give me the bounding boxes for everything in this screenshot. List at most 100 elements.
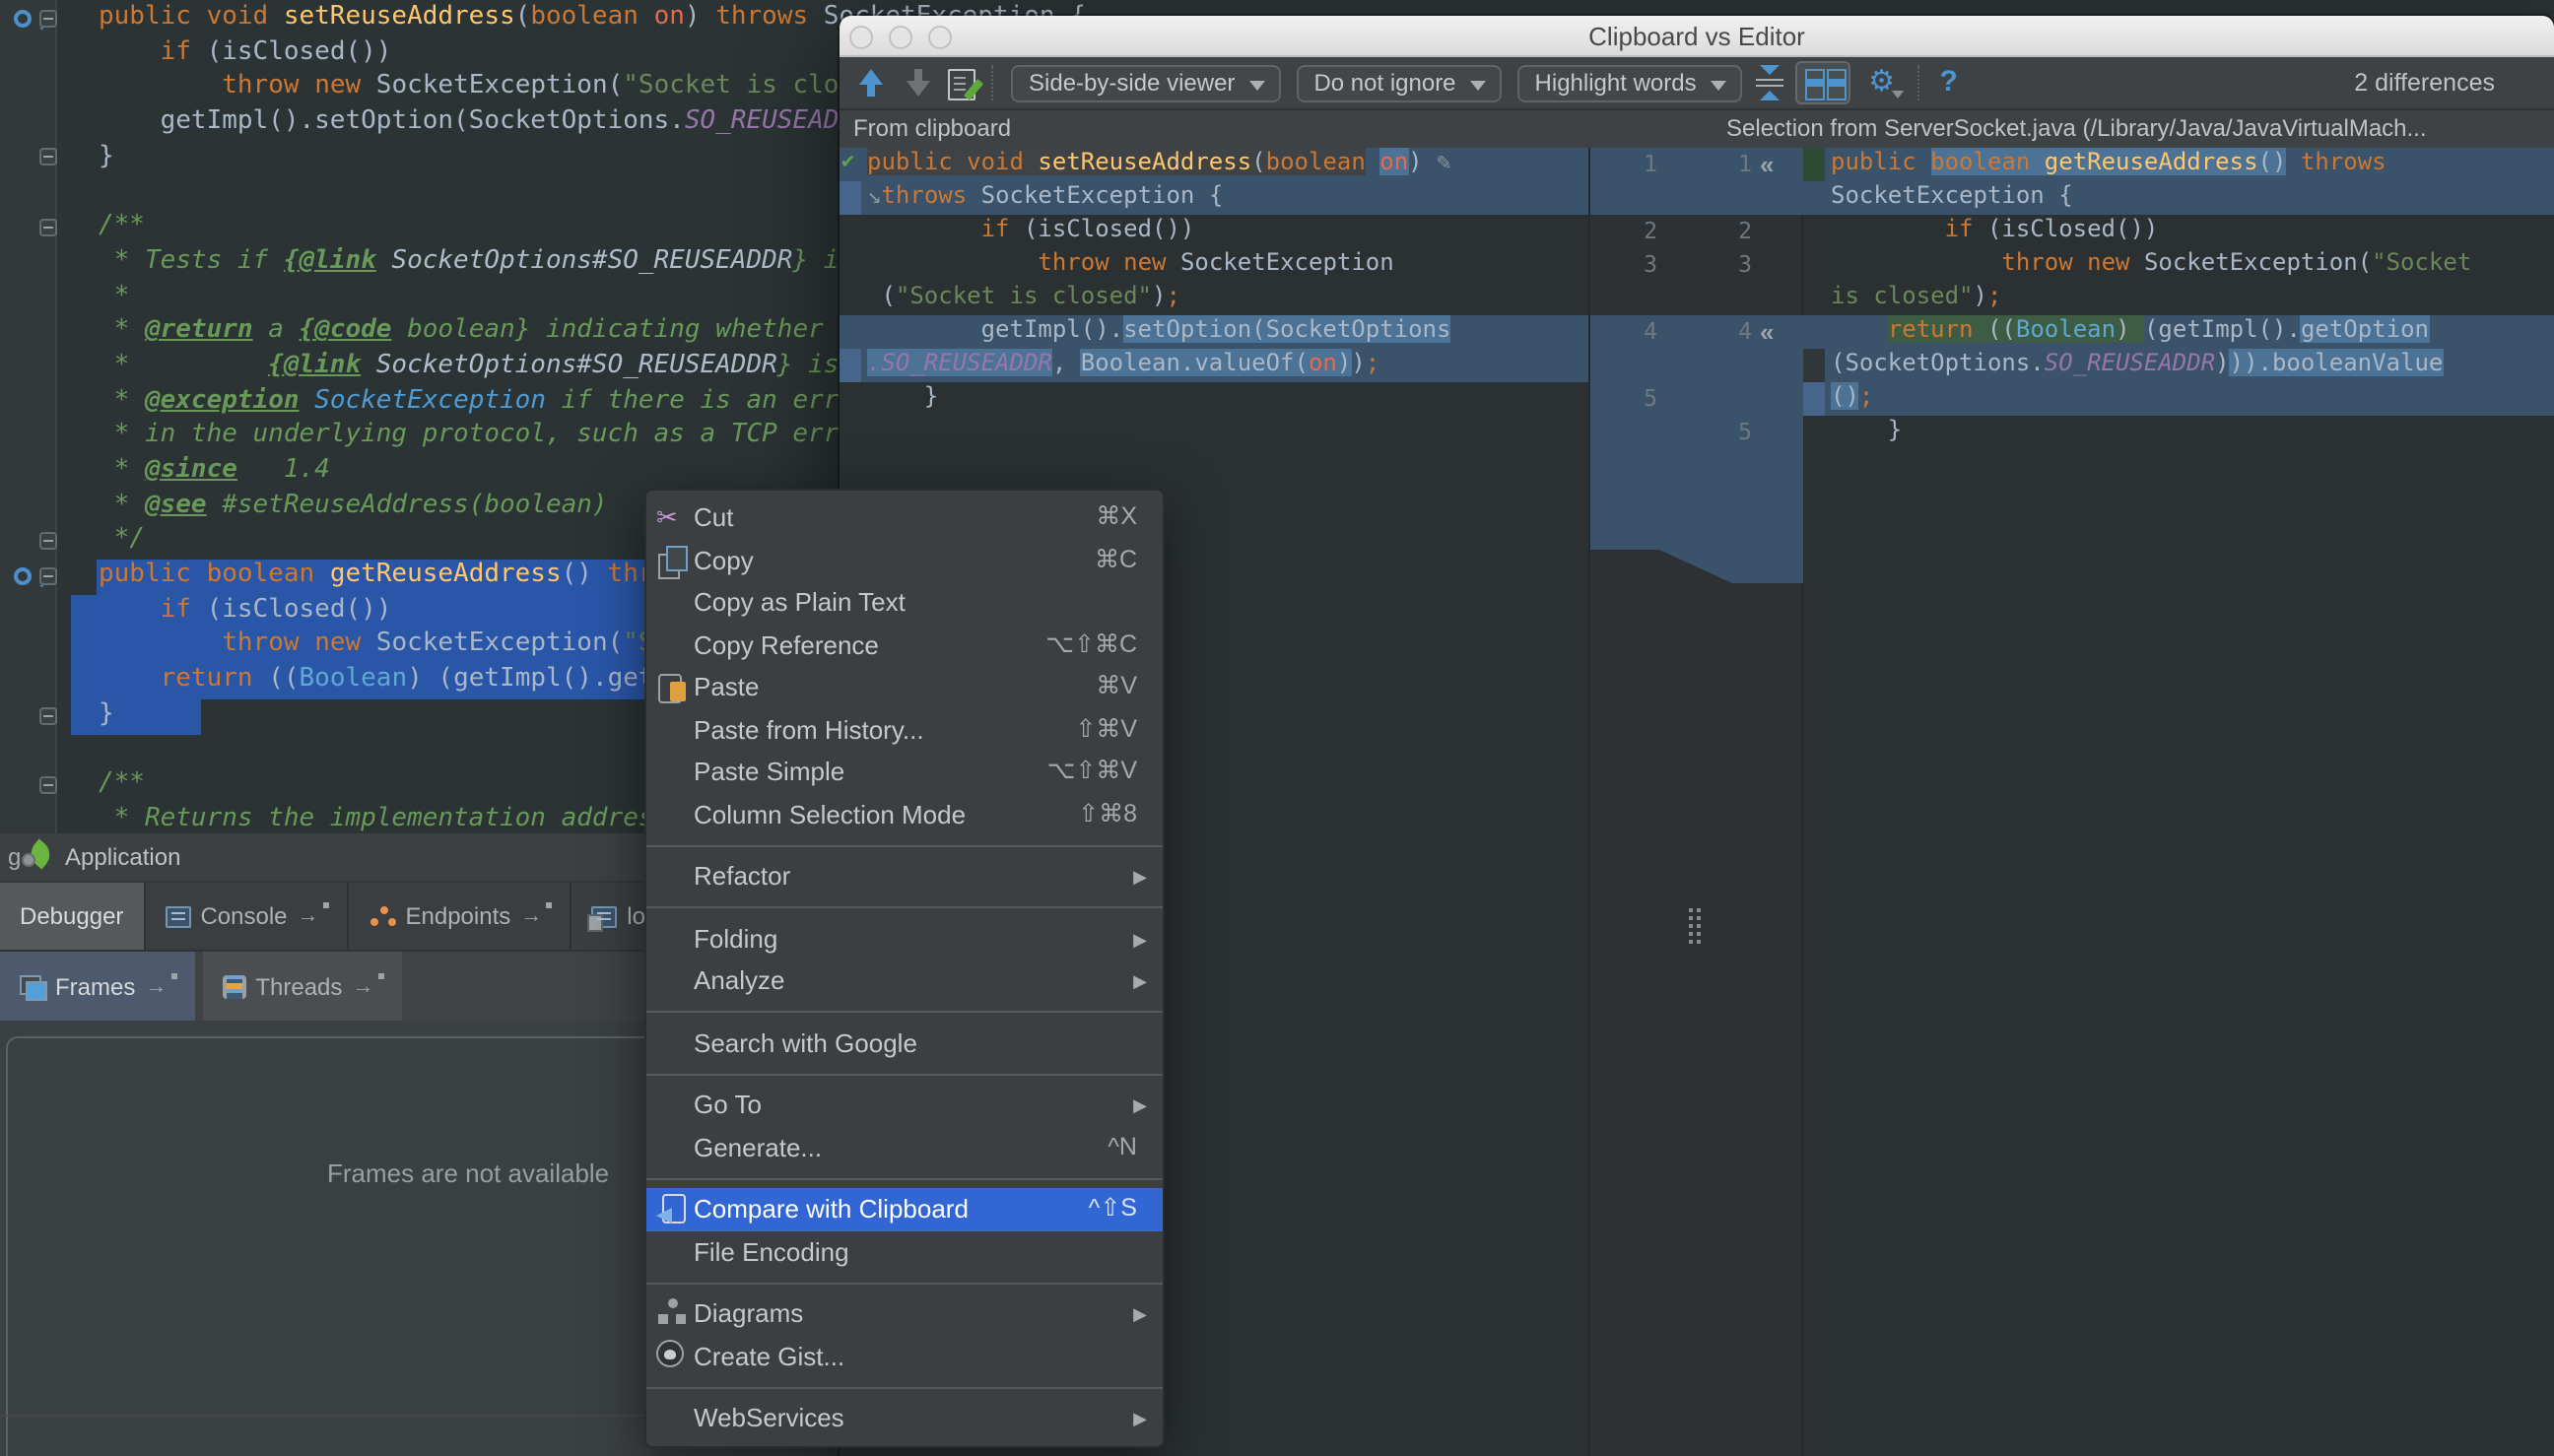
submenu-arrow-icon: ▶ (1133, 1399, 1147, 1441)
tab-console[interactable]: Console→ (145, 883, 348, 950)
compare-clipboard-icon (656, 1192, 690, 1225)
menu-shortcut: ⌘X (1096, 496, 1137, 539)
line-number: 2 (1685, 215, 1752, 248)
line-number: 3 (1590, 248, 1657, 282)
change-band-taper (1659, 550, 1732, 583)
menu-item-refactor[interactable]: Refactor ▶ (646, 855, 1163, 897)
code-line: throw new SocketException("Socket (1803, 248, 2554, 282)
ignore-policy-dropdown[interactable]: Do not ignore (1296, 64, 1501, 101)
tab-debugger[interactable]: Debugger (0, 883, 145, 950)
menu-item-copy-reference[interactable]: Copy Reference⌥⇧⌘C (646, 624, 1163, 666)
menu-item-label: WebServices (694, 1397, 844, 1439)
tab-threads[interactable]: Threads → (202, 952, 401, 1021)
code-line: public boolean getReuseAddress() throws (1803, 148, 2554, 181)
submenu-arrow-icon: ▶ (1133, 961, 1147, 1004)
copy-icon (656, 543, 690, 576)
menu-item-search-with-google[interactable]: Search with Google (646, 1022, 1163, 1064)
edit-source-icon[interactable] (948, 68, 975, 99)
synchronize-scrolling-toggle[interactable] (1795, 61, 1850, 104)
next-difference-button[interactable] (901, 65, 936, 100)
menu-item-create-gist[interactable]: Create Gist... (646, 1335, 1163, 1377)
menu-item-file-encoding[interactable]: File Encoding (646, 1230, 1163, 1273)
menu-item-label: Copy Reference (694, 624, 879, 666)
drag-to-open-indicator-icon: → (145, 974, 174, 998)
line-number: 2 (1590, 215, 1657, 248)
diagrams-icon (656, 1296, 690, 1330)
drag-to-open-indicator-icon: → (298, 904, 327, 928)
frames-icon (20, 974, 45, 998)
menu-item-compare-with-clipboard[interactable]: Compare with Clipboard ^⇧S (646, 1188, 1163, 1230)
menu-item-diagrams[interactable]: Diagrams▶ (646, 1292, 1163, 1335)
previous-difference-button[interactable] (853, 65, 889, 100)
tab-label: Frames (55, 972, 135, 1000)
submenu-arrow-icon: ▶ (1133, 1086, 1147, 1128)
diff-right-pane[interactable]: public boolean getReuseAddress() throwsS… (1803, 148, 2554, 1456)
tab-endpoints[interactable]: Endpoints→ (349, 883, 572, 950)
tab-label: Threads (255, 972, 342, 1000)
menu-item-go-to[interactable]: Go To ▶ (646, 1084, 1163, 1126)
menu-item-copy-as-plain-text[interactable]: Copy as Plain Text (646, 581, 1163, 624)
gear-icon[interactable]: ⚙ (1862, 65, 1902, 100)
change-band (1732, 550, 1805, 583)
code-line: .SO_REUSEADDR, Boolean.valueOf(on)); (840, 349, 1588, 382)
frames-panel-divider (0, 1415, 650, 1417)
menu-item-generate[interactable]: Generate...^N (646, 1126, 1163, 1168)
toolbar-separator (991, 65, 993, 100)
drag-to-open-indicator-icon: → (352, 974, 381, 998)
menu-item-label: Folding (694, 917, 777, 960)
line-number: 4 (1685, 315, 1752, 349)
menu-item-label: Go To (694, 1084, 762, 1126)
line-number: 5 (1590, 382, 1657, 416)
code-line: return ((Boolean) (getImpl().getOption (1803, 315, 2554, 349)
dialog-title: Clipboard vs Editor (840, 22, 2554, 51)
menu-separator (646, 1011, 1163, 1013)
menu-shortcut: ^⇧S (1089, 1188, 1137, 1230)
code-line: } (840, 382, 1588, 416)
diff-pane-titles: From clipboard Selection from ServerSock… (840, 110, 2554, 148)
viewer-mode-dropdown[interactable]: Side-by-side viewer (1011, 64, 1280, 101)
code-line: ✔public void setReuseAddress(boolean on)… (840, 148, 1588, 181)
tab-frames[interactable]: Frames → (0, 952, 194, 1021)
code-line: getImpl().setOption(SocketOptions (840, 315, 1588, 349)
menu-item-copy[interactable]: Copy⌘C (646, 539, 1163, 581)
submenu-arrow-icon: ▶ (1133, 1294, 1147, 1337)
code-line: ↘throws SocketException { (840, 181, 1588, 215)
menu-item-label: Refactor (694, 855, 790, 897)
log-icon (591, 905, 617, 927)
help-icon[interactable]: ? (1935, 65, 1963, 100)
menu-item-label: Paste (694, 666, 760, 708)
apply-change-chevron-icon[interactable]: « (1760, 148, 1774, 181)
menu-item-paste-from-history[interactable]: Paste from History...⇧⌘V (646, 708, 1163, 751)
menu-separator (646, 1282, 1163, 1284)
menu-item-label: Column Selection Mode (694, 793, 966, 835)
menu-item-webservices[interactable]: WebServices ▶ (646, 1397, 1163, 1439)
soft-wrap-marker (840, 349, 861, 382)
menu-item-paste-simple[interactable]: Paste Simple⌥⇧⌘V (646, 751, 1163, 793)
console-icon (165, 905, 190, 927)
editor-context-menu: ✂Cut⌘XCopy⌘CCopy as Plain TextCopy Refer… (644, 489, 1165, 1447)
menu-item-column-selection-mode[interactable]: Column Selection Mode⇧⌘8 (646, 793, 1163, 835)
applied-change-icon: ✔ (841, 148, 854, 173)
menu-item-paste[interactable]: Paste⌘V (646, 666, 1163, 708)
code-line: (); (1803, 382, 2554, 416)
apply-change-chevron-icon[interactable]: « (1760, 315, 1774, 349)
menu-item-cut[interactable]: ✂Cut⌘X (646, 496, 1163, 539)
code-line: throw new SocketException (840, 248, 1588, 282)
highlight-policy-dropdown[interactable]: Highlight words (1517, 64, 1742, 101)
menu-item-label: Search with Google (694, 1022, 917, 1064)
menu-item-analyze[interactable]: Analyze▶ (646, 960, 1163, 1002)
collapse-unchanged-icon[interactable] (1756, 65, 1783, 100)
dialog-title-bar[interactable]: Clipboard vs Editor (840, 16, 2554, 57)
submenu-arrow-icon: ▶ (1133, 857, 1147, 899)
code-line: SocketException { (1803, 181, 2554, 215)
submenu-arrow-icon: ▶ (1133, 919, 1147, 961)
menu-item-label: Generate... (694, 1126, 822, 1168)
diff-center-gutter[interactable]: 1234512345«« (1588, 148, 1803, 1456)
paste-icon (656, 670, 690, 703)
menu-item-folding[interactable]: Folding ▶ (646, 917, 1163, 960)
splitter-grip[interactable] (1689, 908, 1693, 912)
menu-shortcut: ⌘C (1095, 539, 1137, 581)
menu-item-label: Copy as Plain Text (694, 581, 906, 624)
menu-separator (646, 906, 1163, 908)
menu-item-label: Compare with Clipboard (694, 1188, 969, 1230)
